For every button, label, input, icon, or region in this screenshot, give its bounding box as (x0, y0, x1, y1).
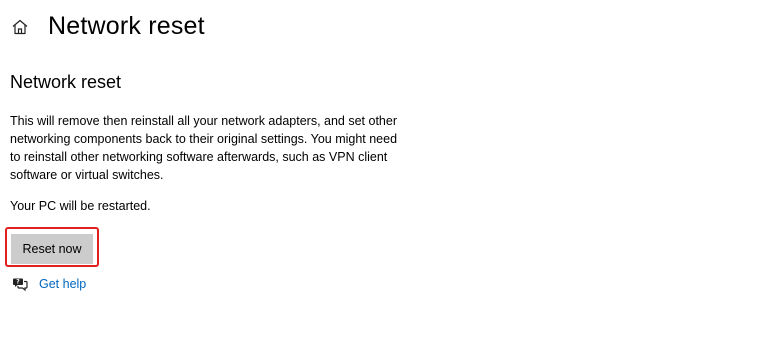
home-icon[interactable] (10, 17, 30, 37)
reset-description: This will remove then reinstall all your… (10, 114, 398, 182)
get-help-link[interactable]: ? Get help (12, 276, 86, 292)
section-title: Network reset (10, 72, 122, 92)
get-help-icon: ? (12, 276, 28, 292)
get-help-label[interactable]: Get help (39, 277, 86, 291)
restart-note: Your PC will be restarted. (10, 199, 151, 213)
page-header: Network reset (10, 12, 205, 41)
page-title: Network reset (48, 12, 205, 40)
svg-text:?: ? (16, 279, 20, 286)
reset-now-button[interactable]: Reset now (11, 234, 93, 264)
network-reset-page: Network reset Network reset This will re… (0, 0, 768, 354)
